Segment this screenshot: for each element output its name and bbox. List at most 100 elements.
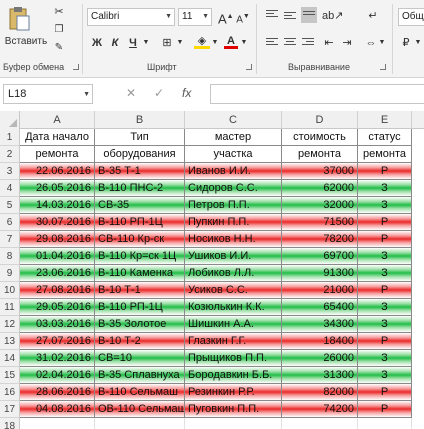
empty-cell[interactable]	[185, 418, 282, 429]
row-header[interactable]: 11	[0, 299, 20, 316]
master-cell[interactable]: Резинкин Р.Р.	[185, 384, 282, 401]
date-cell[interactable]: 26.05.2016	[20, 180, 95, 197]
empty-cell[interactable]	[20, 418, 95, 429]
equipment-type-cell[interactable]: СВ=10	[95, 350, 185, 367]
header-cell[interactable]: стоимость	[282, 129, 358, 146]
status-cell[interactable]: З	[358, 350, 412, 367]
master-cell[interactable]: Козюлькин К.К.	[185, 299, 282, 316]
equipment-type-cell[interactable]: В-110 Каменка	[95, 265, 185, 282]
shrink-font-button[interactable]: A▼	[236, 9, 250, 25]
name-box[interactable]: L18 ▼	[3, 84, 93, 104]
row-header[interactable]: 3	[0, 163, 20, 180]
chevron-down-icon[interactable]: ▼	[176, 35, 184, 51]
row-header[interactable]: 6	[0, 214, 20, 231]
grow-font-button[interactable]: A▲	[218, 9, 234, 26]
chevron-down-icon[interactable]: ▼	[211, 35, 219, 51]
italic-button[interactable]: К	[108, 35, 122, 51]
row-header[interactable]: 15	[0, 367, 20, 384]
master-cell[interactable]: Лобиков Л.Л.	[185, 265, 282, 282]
row-header[interactable]: 2	[0, 146, 20, 163]
equipment-type-cell[interactable]: В-110 ПНС-2	[95, 180, 185, 197]
master-cell[interactable]: Иванов И.И.	[185, 163, 282, 180]
align-center-icon[interactable]	[284, 38, 296, 48]
cost-cell[interactable]: 31300	[282, 367, 358, 384]
row-header[interactable]: 8	[0, 248, 20, 265]
cost-cell[interactable]: 78200	[282, 231, 358, 248]
master-cell[interactable]: Ушиков И.И.	[185, 248, 282, 265]
cost-cell[interactable]: 69700	[282, 248, 358, 265]
equipment-type-cell[interactable]: В-10 Т-2	[95, 333, 185, 350]
borders-icon[interactable]: ⊞	[160, 35, 174, 51]
cancel-icon[interactable]: ✕	[126, 86, 136, 100]
equipment-type-cell[interactable]: В-35 Золотое	[95, 316, 185, 333]
orientation-icon[interactable]: ab↗	[322, 8, 343, 24]
cost-cell[interactable]: 26000	[282, 350, 358, 367]
master-cell[interactable]: Пуговкин П.П.	[185, 401, 282, 418]
cost-cell[interactable]: 21000	[282, 282, 358, 299]
master-cell[interactable]: Петров П.П.	[185, 197, 282, 214]
font-color-button[interactable]: A	[224, 33, 238, 49]
row-header[interactable]: 7	[0, 231, 20, 248]
font-size-select[interactable]: 11 ▼	[178, 8, 212, 26]
date-cell[interactable]: 04.08.2016	[20, 401, 95, 418]
date-cell[interactable]: 22.06.2016	[20, 163, 95, 180]
date-cell[interactable]: 29.08.2016	[20, 231, 95, 248]
status-cell[interactable]: Р	[358, 333, 412, 350]
align-top-icon[interactable]	[266, 10, 278, 20]
status-cell[interactable]: З	[358, 180, 412, 197]
date-cell[interactable]: 14.03.2016	[20, 197, 95, 214]
chevron-down-icon[interactable]: ▼	[378, 35, 386, 51]
clipboard-launcher-icon[interactable]	[73, 64, 79, 70]
paste-button[interactable]: Вставить	[4, 34, 48, 50]
row-header[interactable]: 4	[0, 180, 20, 197]
status-cell[interactable]: Р	[358, 384, 412, 401]
increase-indent-icon[interactable]: ⇥	[340, 35, 354, 51]
cost-cell[interactable]: 91300	[282, 265, 358, 282]
header-cell[interactable]: Тип	[95, 129, 185, 146]
empty-cell[interactable]	[358, 418, 412, 429]
master-cell[interactable]: Сидоров С.С.	[185, 180, 282, 197]
column-header-e[interactable]: E	[358, 111, 412, 129]
cost-cell[interactable]: 32000	[282, 197, 358, 214]
cost-cell[interactable]: 18400	[282, 333, 358, 350]
equipment-type-cell[interactable]: В-35 Сплавнуха	[95, 367, 185, 384]
header-cell[interactable]: ремонта	[20, 146, 95, 163]
header-cell[interactable]: Дата начало	[20, 129, 95, 146]
cost-cell[interactable]: 62000	[282, 180, 358, 197]
row-header[interactable]: 9	[0, 265, 20, 282]
row-header[interactable]: 5	[0, 197, 20, 214]
equipment-type-cell[interactable]: ОВ-110 Сельмаш	[95, 401, 185, 418]
equipment-type-cell[interactable]: В-10 Т-1	[95, 282, 185, 299]
header-cell[interactable]: участка	[185, 146, 282, 163]
equipment-type-cell[interactable]: СВ-35	[95, 197, 185, 214]
align-middle-icon[interactable]	[284, 12, 296, 22]
align-bottom-icon[interactable]	[301, 7, 317, 23]
equipment-type-cell[interactable]: В-110 РП-1Ц	[95, 214, 185, 231]
header-cell[interactable]: ремонта	[358, 146, 412, 163]
master-cell[interactable]: Усиков С.С.	[185, 282, 282, 299]
font-name-select[interactable]: Calibri ▼	[87, 8, 175, 26]
formula-input[interactable]	[210, 84, 424, 104]
status-cell[interactable]: Р	[358, 214, 412, 231]
row-header[interactable]: 10	[0, 282, 20, 299]
cut-icon[interactable]: ✂	[52, 4, 66, 20]
number-format-select[interactable]: Общ	[398, 8, 424, 26]
master-cell[interactable]: Носиков Н.Н.	[185, 231, 282, 248]
status-cell[interactable]: З	[358, 265, 412, 282]
master-cell[interactable]: Глазкин Г.Г.	[185, 333, 282, 350]
date-cell[interactable]: 29.05.2016	[20, 299, 95, 316]
paste-icon[interactable]	[8, 6, 30, 32]
date-cell[interactable]: 01.04.2016	[20, 248, 95, 265]
chevron-down-icon[interactable]: ▼	[240, 35, 248, 51]
header-cell[interactable]: статус	[358, 129, 412, 146]
chevron-down-icon[interactable]: ▼	[414, 35, 422, 51]
font-launcher-icon[interactable]	[246, 64, 252, 70]
decrease-indent-icon[interactable]: ⇤	[322, 35, 336, 51]
column-header-d[interactable]: D	[282, 111, 358, 129]
master-cell[interactable]: Шишкин А.А.	[185, 316, 282, 333]
align-left-icon[interactable]	[266, 38, 278, 48]
row-header[interactable]: 1	[0, 129, 20, 146]
master-cell[interactable]: Пупкин П.П.	[185, 214, 282, 231]
empty-cell[interactable]	[95, 418, 185, 429]
cost-cell[interactable]: 74200	[282, 401, 358, 418]
